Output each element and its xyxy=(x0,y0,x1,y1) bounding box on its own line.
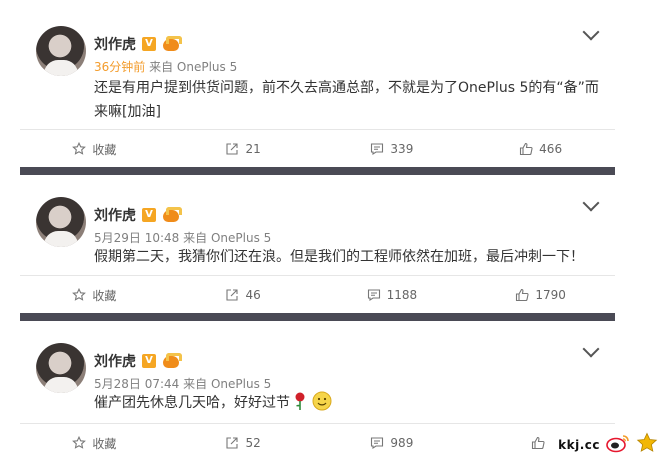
post-meta: 5月29日 10:48 来自 OnePlus 5 xyxy=(94,229,271,246)
star-icon xyxy=(72,436,87,450)
author-name[interactable]: 刘作虎 xyxy=(94,205,136,225)
repost-icon xyxy=(225,436,239,450)
avatar[interactable] xyxy=(36,197,86,247)
repost-count: 52 xyxy=(245,436,261,450)
comment-icon xyxy=(370,142,384,156)
repost-icon xyxy=(225,288,239,302)
favorite-button[interactable]: 收藏 xyxy=(20,276,169,314)
post-meta: 36分钟前 来自 OnePlus 5 xyxy=(94,58,237,75)
thumbs-up-icon xyxy=(531,436,545,450)
chevron-down-icon[interactable] xyxy=(582,23,600,41)
post-text-content: 假期第二天，我猜你们还在浪。但是我们的工程师依然在加班，最后冲刺一下！ xyxy=(94,249,584,265)
comment-button[interactable]: 339 xyxy=(318,130,467,168)
post-source[interactable]: 来自 OnePlus 5 xyxy=(149,60,237,74)
comment-icon xyxy=(370,436,384,450)
repost-button[interactable]: 21 xyxy=(169,130,318,168)
post-separator xyxy=(20,313,615,321)
weibo-post-3: 刘作虎 V 5月28日 07:44 来自 OnePlus 5 催产团先休息几天哈… xyxy=(20,321,615,465)
author-name[interactable]: 刘作虎 xyxy=(94,34,136,54)
repost-button[interactable]: 46 xyxy=(169,276,318,314)
favorite-button[interactable]: 收藏 xyxy=(20,130,169,168)
rose-emoji-icon xyxy=(292,391,308,411)
author-name[interactable]: 刘作虎 xyxy=(94,351,136,371)
vip-crown-icon xyxy=(162,353,182,369)
post-separator xyxy=(20,167,615,175)
post-text-content: 催产团先休息几天哈，好好过节 xyxy=(94,395,290,411)
verified-v-icon: V xyxy=(142,354,156,368)
thumbs-up-icon xyxy=(519,142,533,156)
verified-v-icon: V xyxy=(142,208,156,222)
watermark: kkj.cc xyxy=(558,432,658,457)
post-source[interactable]: 来自 OnePlus 5 xyxy=(183,231,271,245)
repost-count: 21 xyxy=(245,142,261,156)
comment-icon xyxy=(367,288,381,302)
favorite-label: 收藏 xyxy=(92,436,117,451)
author-name-row: 刘作虎 V xyxy=(94,34,182,54)
comment-count: 1188 xyxy=(386,288,418,302)
post-time[interactable]: 5月28日 07:44 xyxy=(94,377,179,391)
like-count: 466 xyxy=(539,142,563,156)
comment-button[interactable]: 1188 xyxy=(318,276,467,314)
weibo-post-1: 刘作虎 V 36分钟前 来自 OnePlus 5 还是有用户提到供货问题，前不久… xyxy=(20,0,615,167)
verified-v-icon: V xyxy=(142,37,156,51)
avatar[interactable] xyxy=(36,26,86,76)
post-text: 假期第二天，我猜你们还在浪。但是我们的工程师依然在加班，最后冲刺一下！ xyxy=(94,245,604,269)
author-name-row: 刘作虎 V xyxy=(94,351,182,371)
comment-button[interactable]: 989 xyxy=(318,424,467,462)
smiley-emoji-icon xyxy=(312,391,332,411)
weibo-logo-icon xyxy=(606,433,630,456)
favorite-label: 收藏 xyxy=(92,288,117,303)
action-bar: 收藏 46 1188 1790 xyxy=(20,275,615,314)
post-source[interactable]: 来自 OnePlus 5 xyxy=(183,377,271,391)
avatar[interactable] xyxy=(36,343,86,393)
post-time[interactable]: 36分钟前 xyxy=(94,60,145,74)
like-button[interactable]: 466 xyxy=(466,130,615,168)
star-icon xyxy=(72,142,87,156)
favorite-label: 收藏 xyxy=(92,142,117,157)
vip-crown-icon xyxy=(162,207,182,223)
post-text-content: 还是有用户提到供货问题，前不久去高通总部，不就是为了OnePlus 5的有“备”… xyxy=(94,80,599,120)
post-text: 催产团先休息几天哈，好好过节 xyxy=(94,391,604,415)
repost-icon xyxy=(225,142,239,156)
post-time[interactable]: 5月29日 10:48 xyxy=(94,231,179,245)
watermark-text: kkj.cc xyxy=(558,437,600,452)
action-bar: 收藏 21 339 466 xyxy=(20,129,615,168)
thumbs-up-icon xyxy=(515,288,529,302)
star-icon xyxy=(72,288,87,302)
comment-count: 989 xyxy=(390,436,414,450)
like-button[interactable]: 1790 xyxy=(466,276,615,314)
post-text: 还是有用户提到供货问题，前不久去高通总部，不就是为了OnePlus 5的有“备”… xyxy=(94,76,604,124)
author-name-row: 刘作虎 V xyxy=(94,205,182,225)
repost-count: 46 xyxy=(245,288,261,302)
comment-count: 339 xyxy=(390,142,414,156)
favorite-button[interactable]: 收藏 xyxy=(20,424,169,462)
weibo-post-2: 刘作虎 V 5月29日 10:48 来自 OnePlus 5 假期第二天，我猜你… xyxy=(20,175,615,313)
vip-crown-icon xyxy=(162,36,182,52)
action-bar: 收藏 52 989 xyxy=(20,423,615,462)
chevron-down-icon[interactable] xyxy=(582,340,600,358)
post-meta: 5月28日 07:44 来自 OnePlus 5 xyxy=(94,375,271,392)
chevron-down-icon[interactable] xyxy=(582,194,600,212)
like-count: 1790 xyxy=(535,288,566,302)
star-logo-icon xyxy=(636,432,658,457)
repost-button[interactable]: 52 xyxy=(169,424,318,462)
